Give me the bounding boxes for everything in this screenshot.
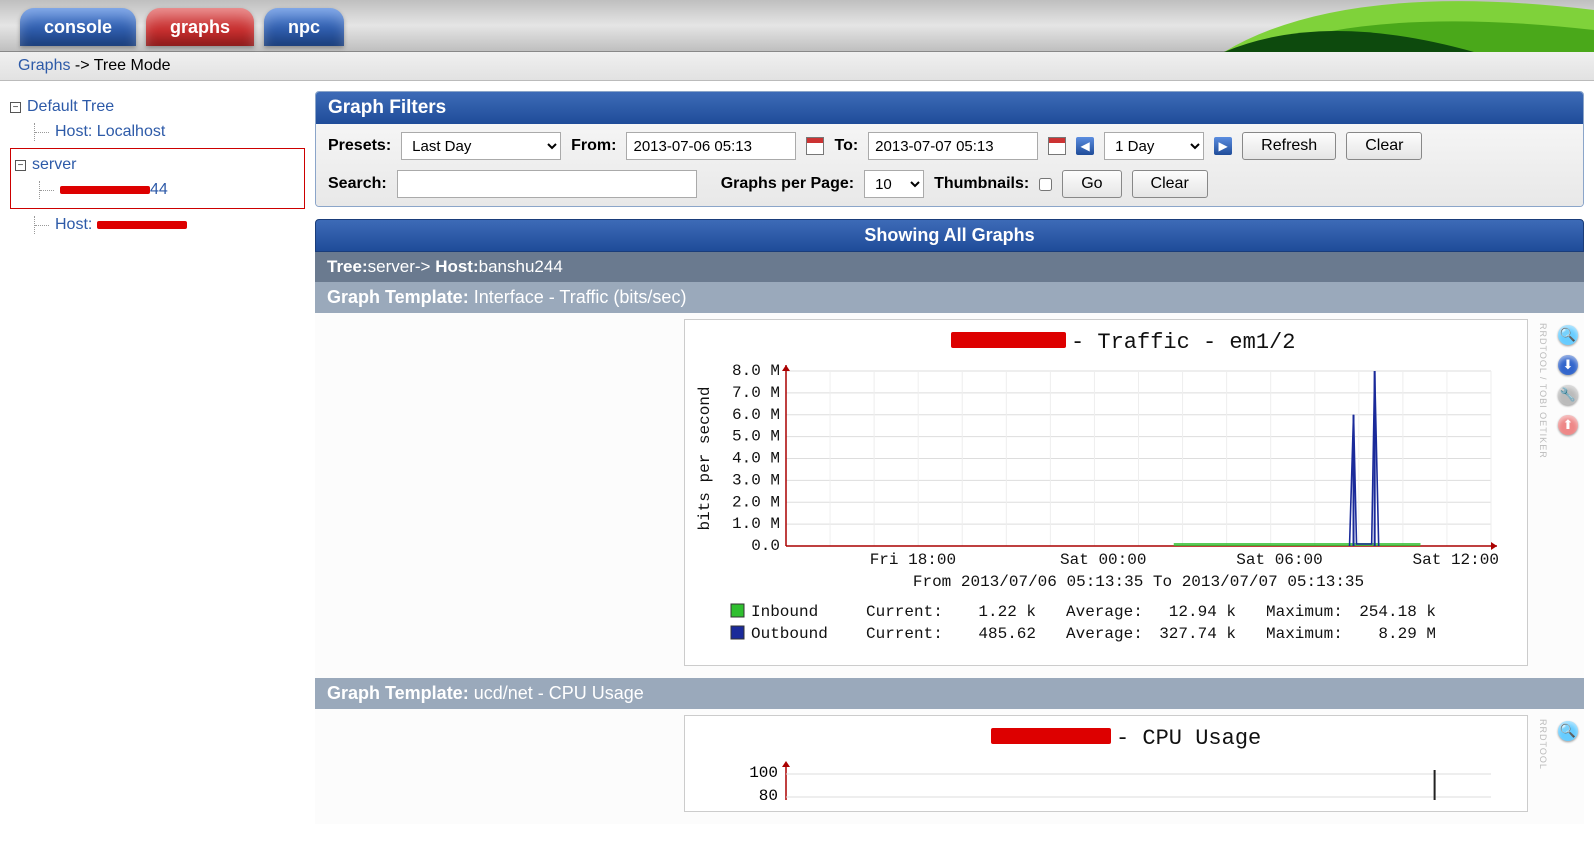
search-input[interactable]	[397, 170, 697, 198]
presets-select[interactable]: Last Day	[401, 132, 561, 160]
tree-sidebar: − Default Tree Host: Localhost − server …	[0, 81, 315, 824]
zoom-icon[interactable]: 🔍	[1558, 721, 1578, 741]
refresh-button[interactable]: Refresh	[1242, 132, 1336, 160]
svg-text:Current:: Current:	[866, 603, 943, 621]
tree-path-bar: Tree:server-> Host:banshu244	[315, 252, 1584, 282]
svg-text:254.18 k: 254.18 k	[1359, 603, 1436, 621]
tab-npc[interactable]: npc	[264, 8, 344, 46]
graph-row-1: - Traffic - em1/2 bits per second 0.0 1.0 M…	[315, 313, 1584, 678]
graph-filters-title: Graph Filters	[316, 92, 1583, 124]
breadcrumb-graphs-link[interactable]: Graphs	[18, 57, 70, 74]
graph-filters-panel: Graph Filters Presets: Last Day From: To…	[315, 91, 1584, 207]
gpp-label: Graphs per Page:	[721, 175, 854, 193]
search-label: Search:	[328, 175, 387, 193]
thumbnails-label: Thumbnails:	[934, 175, 1029, 193]
svg-text:100: 100	[749, 764, 778, 782]
svg-text:Inbound: Inbound	[751, 603, 818, 621]
showing-all-bar: Showing All Graphs	[315, 219, 1584, 252]
shift-right-icon[interactable]: ▶	[1214, 137, 1232, 155]
presets-label: Presets:	[328, 137, 391, 155]
svg-text:From 2013/07/06 05:13:35 To 20: From 2013/07/06 05:13:35 To 2013/07/07 0…	[913, 573, 1364, 591]
tree-leaf-host1[interactable]: 44	[60, 181, 300, 199]
csv-export-icon[interactable]: ⬇	[1558, 355, 1578, 375]
svg-text:bits per second: bits per second	[696, 386, 714, 530]
tree-node-default[interactable]: − Default Tree	[10, 98, 305, 116]
thumbnails-checkbox[interactable]	[1039, 178, 1052, 191]
cpu-graph[interactable]: - CPU Usage 100 80	[684, 715, 1528, 812]
breadcrumb-sep: ->	[70, 57, 93, 74]
svg-text:80: 80	[759, 787, 778, 802]
tree-leaf-localhost[interactable]: Host: Localhost	[55, 123, 305, 141]
go-button[interactable]: Go	[1062, 170, 1121, 198]
collapse-icon[interactable]: −	[15, 160, 26, 171]
top-tab-bar: console graphs npc	[0, 0, 1594, 52]
page-top-icon[interactable]: ⬆	[1558, 415, 1578, 435]
svg-text:0.0: 0.0	[751, 537, 780, 555]
svg-text:1.22 k: 1.22 k	[978, 603, 1036, 621]
svg-text:Sat 12:00: Sat 12:00	[1413, 551, 1499, 569]
rrdtool-credit: RRDTOOL / TOBI OETIKER	[1538, 319, 1548, 463]
svg-text:1.0 M: 1.0 M	[732, 515, 780, 533]
calendar-icon[interactable]	[806, 137, 824, 155]
breadcrumb-mode: Tree Mode	[94, 57, 171, 74]
breadcrumb: Graphs -> Tree Mode	[0, 52, 1594, 81]
to-input[interactable]	[868, 132, 1038, 160]
svg-text:6.0 M: 6.0 M	[732, 406, 780, 424]
tree-node-server[interactable]: − server	[15, 156, 300, 174]
svg-text:- CPU Usage: - CPU Usage	[1116, 726, 1261, 751]
header-swoosh-decoration	[1224, 0, 1594, 52]
svg-text:2.0 M: 2.0 M	[732, 493, 780, 511]
gpp-select[interactable]: 10	[864, 170, 924, 198]
clear-button[interactable]: Clear	[1346, 132, 1422, 160]
graph-template-bar: Graph Template: Interface - Traffic (bit…	[315, 282, 1584, 313]
edit-icon[interactable]: 🔧	[1558, 385, 1578, 405]
svg-text:3.0 M: 3.0 M	[732, 471, 780, 489]
traffic-graph[interactable]: - Traffic - em1/2 bits per second 0.0 1.0 M…	[684, 319, 1528, 666]
svg-text:Maximum:: Maximum:	[1266, 603, 1343, 621]
svg-text:485.62: 485.62	[978, 625, 1036, 643]
svg-text:327.74 k: 327.74 k	[1159, 625, 1236, 643]
graph-template-bar-2: Graph Template: ucd/net - CPU Usage	[315, 678, 1584, 709]
svg-text:Outbound: Outbound	[751, 625, 828, 643]
from-input[interactable]	[626, 132, 796, 160]
zoom-icon[interactable]: 🔍	[1558, 325, 1578, 345]
svg-text:Fri 18:00: Fri 18:00	[870, 551, 956, 569]
svg-text:Sat 06:00: Sat 06:00	[1236, 551, 1322, 569]
svg-text:5.0 M: 5.0 M	[732, 428, 780, 446]
svg-text:Sat 00:00: Sat 00:00	[1060, 551, 1146, 569]
clear2-button[interactable]: Clear	[1132, 170, 1208, 198]
tree-label-server[interactable]: server	[32, 156, 76, 174]
to-label: To:	[834, 137, 858, 155]
tree-leaf-host2[interactable]: Host:	[55, 216, 305, 234]
shift-left-icon[interactable]: ◀	[1076, 137, 1094, 155]
svg-text:Current:: Current:	[866, 625, 943, 643]
from-label: From:	[571, 137, 616, 155]
tab-console[interactable]: console	[20, 8, 136, 46]
timespan-select[interactable]: 1 Day	[1104, 132, 1204, 160]
svg-text:Maximum:: Maximum:	[1266, 625, 1343, 643]
svg-text:12.94 k: 12.94 k	[1169, 603, 1236, 621]
svg-text:- Traffic - em1/2: - Traffic - em1/2	[1071, 330, 1295, 355]
svg-text:Average:: Average:	[1066, 603, 1143, 621]
svg-text:Average:: Average:	[1066, 625, 1143, 643]
tree-label-default[interactable]: Default Tree	[27, 98, 114, 116]
tree-selection-box: − server 44	[10, 148, 305, 209]
rrdtool-credit: RRDTOOL	[1538, 715, 1548, 774]
graph-row-2: - CPU Usage 100 80 RRDTOOL 🔍	[315, 709, 1584, 824]
svg-text:4.0 M: 4.0 M	[732, 450, 780, 468]
main-content: Graph Filters Presets: Last Day From: To…	[315, 81, 1594, 824]
svg-text:8.29 M: 8.29 M	[1378, 625, 1436, 643]
tab-graphs[interactable]: graphs	[146, 8, 254, 46]
svg-text:7.0 M: 7.0 M	[732, 384, 780, 402]
calendar-icon[interactable]	[1048, 137, 1066, 155]
svg-text:8.0 M: 8.0 M	[732, 362, 780, 380]
collapse-icon[interactable]: −	[10, 102, 21, 113]
